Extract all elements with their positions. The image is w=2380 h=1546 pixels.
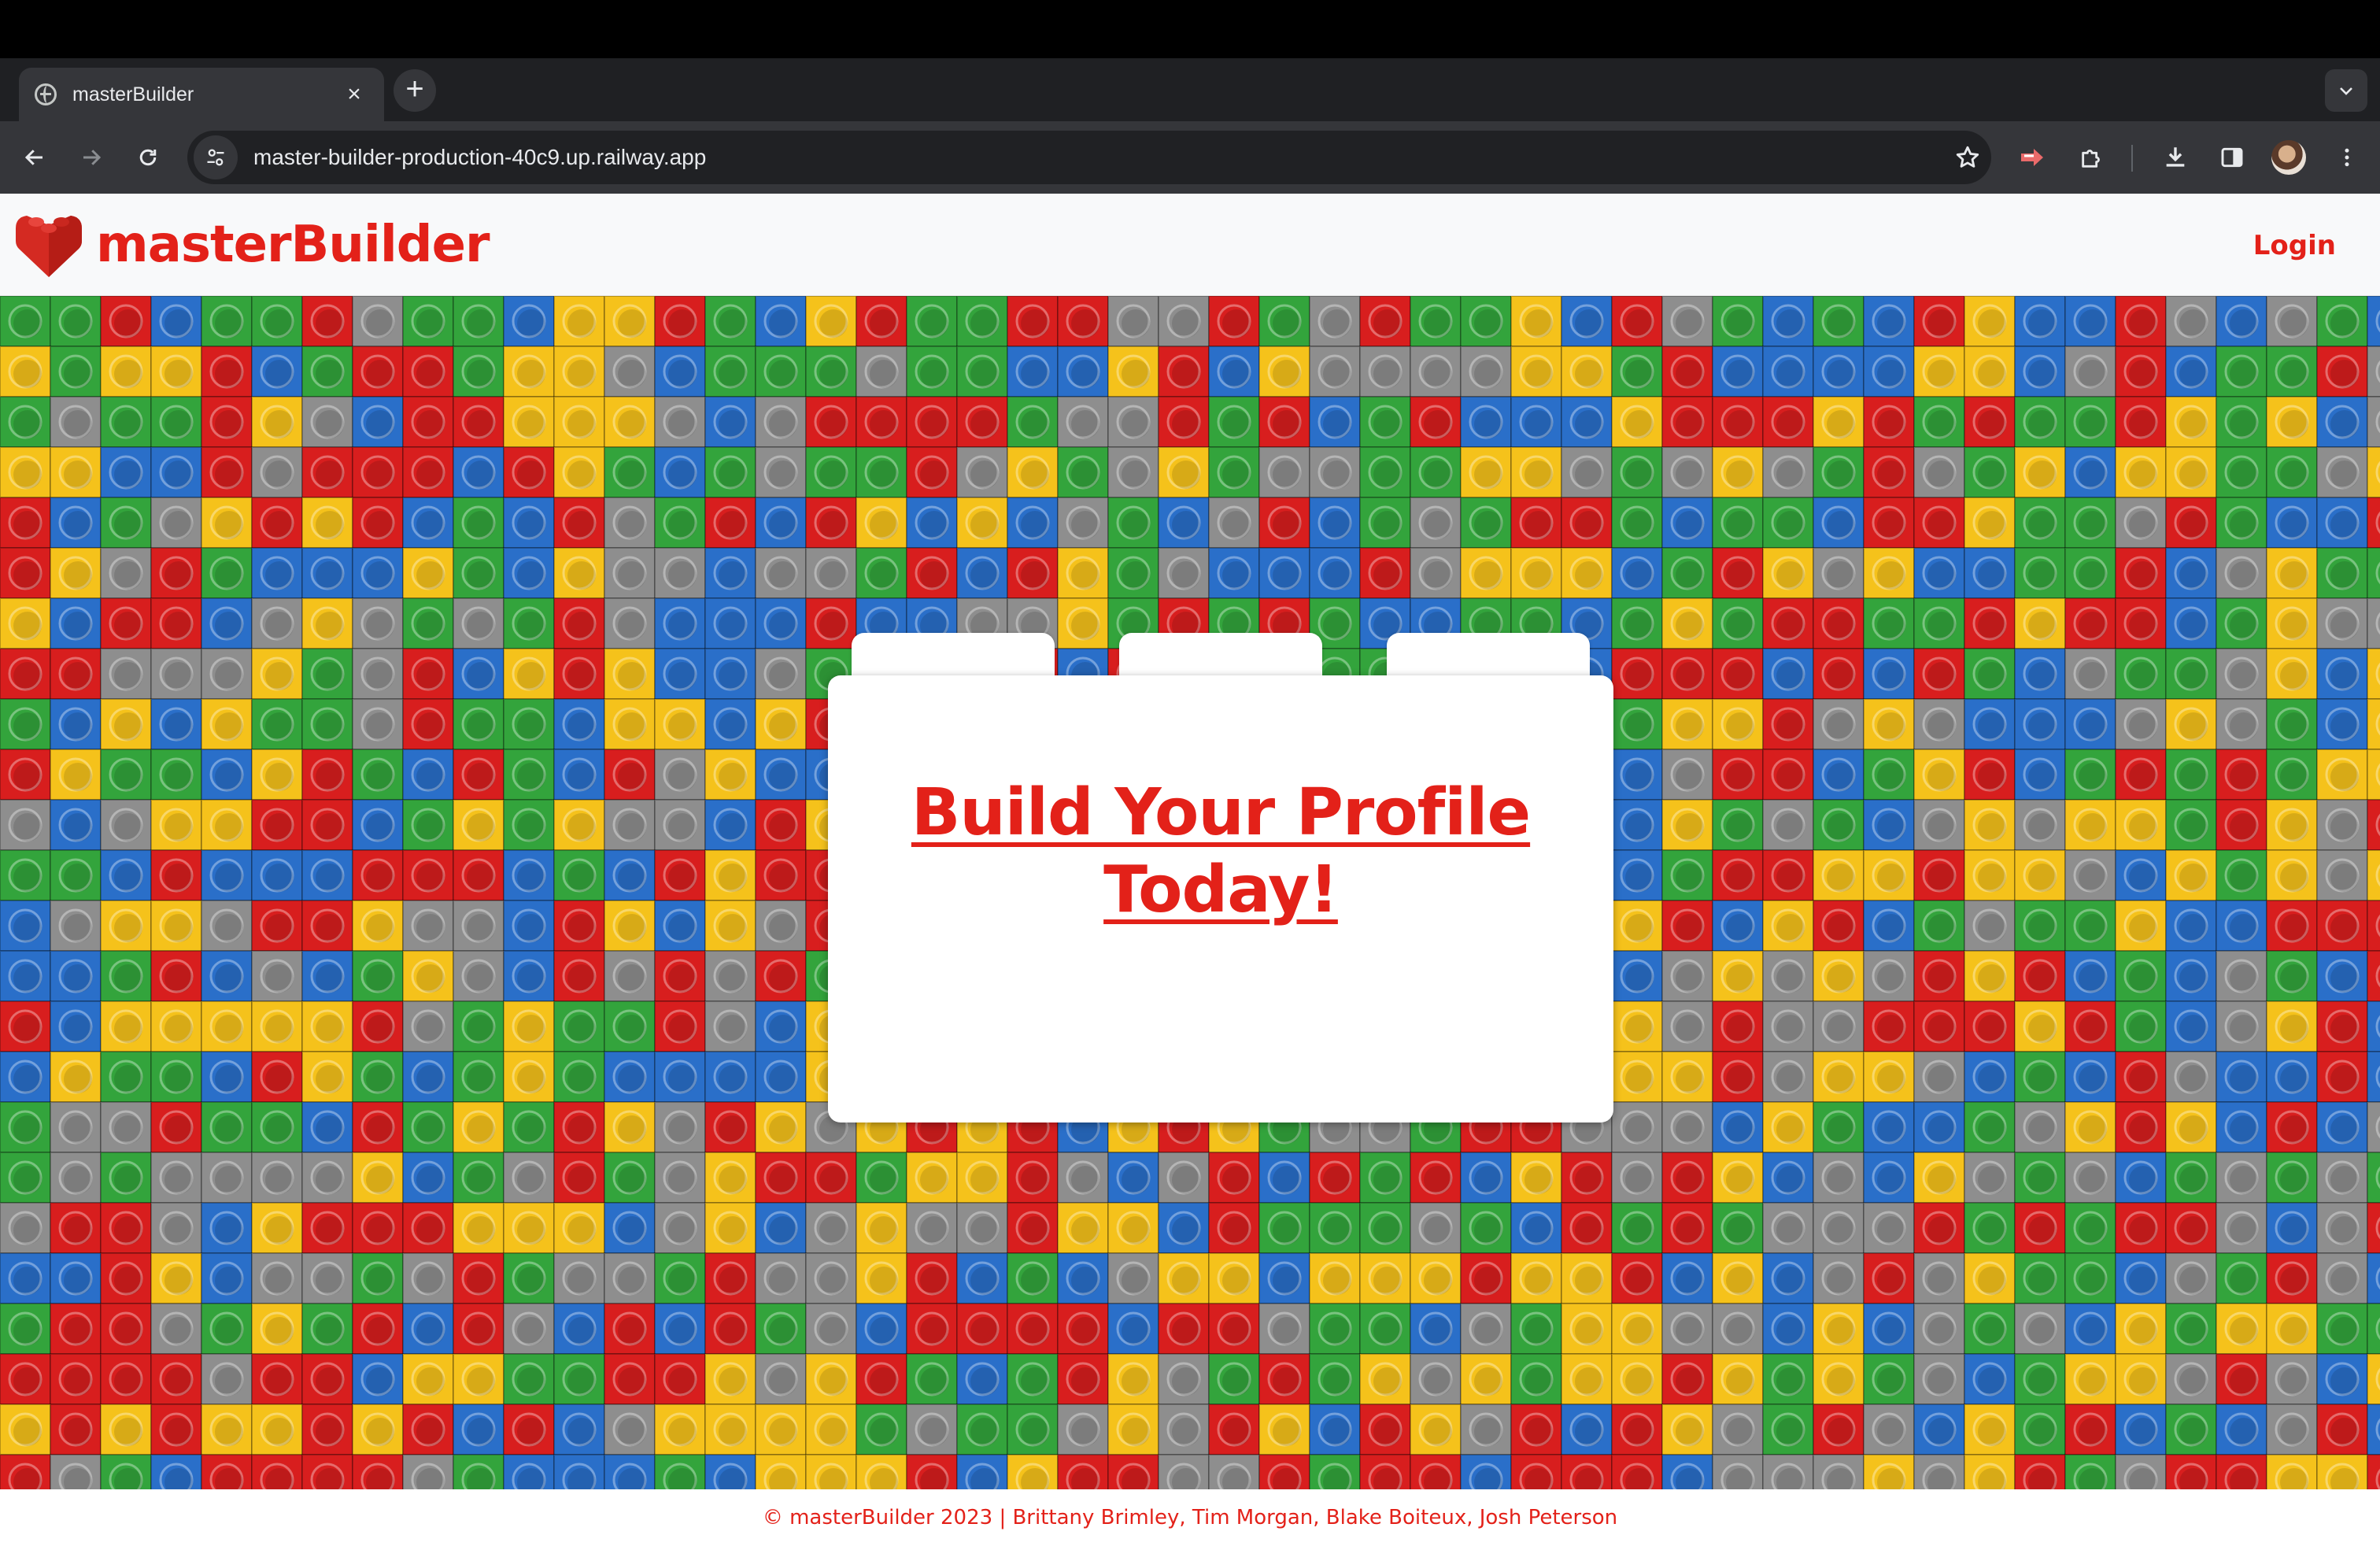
brand-name: masterBuilder: [96, 216, 490, 274]
site-footer: © masterBuilder 2023 | Brittany Brimley,…: [0, 1489, 2380, 1546]
puzzle-icon: [2082, 150, 2100, 168]
reload-icon: [139, 149, 157, 166]
footer-text: © masterBuilder 2023 | Brittany Brimley,…: [762, 1506, 1618, 1529]
brick-heart-icon: [16, 216, 82, 277]
address-bar[interactable]: master-builder-production-40c9.up.railwa…: [187, 131, 1991, 184]
browser-toolbar: master-builder-production-40c9.up.railwa…: [0, 121, 2380, 194]
tab-strip: masterBuilder × +: [0, 58, 2380, 121]
side-panel-button[interactable]: [2212, 137, 2252, 178]
screen-bezel: [0, 0, 2380, 58]
site-header: masterBuilder Login: [0, 194, 2380, 296]
download-icon: [2166, 147, 2185, 167]
arrow-right-icon: [83, 150, 102, 165]
tune-icon: [207, 149, 224, 166]
profile-avatar[interactable]: [2271, 140, 2306, 175]
star-icon: [1956, 146, 1979, 168]
new-tab-button[interactable]: +: [394, 69, 436, 112]
toolbar-separator: [2131, 145, 2133, 172]
more-vert-icon: [2345, 148, 2349, 167]
reload-button[interactable]: [128, 137, 168, 178]
login-link[interactable]: Login: [2253, 230, 2336, 261]
close-tab-icon[interactable]: ×: [340, 80, 368, 109]
hero-section: Build Your Profile Today!: [0, 296, 2380, 1489]
side-panel-icon: [2221, 147, 2243, 168]
extension-arrow-icon: [2021, 149, 2043, 166]
forward-button[interactable]: [71, 137, 112, 178]
web-page: masterBuilder Login Build Your Profile T…: [0, 194, 2380, 1546]
back-button[interactable]: [14, 137, 55, 178]
browser-menu-button[interactable]: [2326, 137, 2367, 178]
build-profile-link[interactable]: Build Your Profile Today!: [875, 775, 1566, 929]
brand-logo[interactable]: masterBuilder: [16, 211, 490, 279]
url-text: master-builder-production-40c9.up.railwa…: [253, 145, 707, 169]
extensions-menu-button[interactable]: [2071, 137, 2112, 178]
browser-tab[interactable]: masterBuilder ×: [19, 68, 384, 121]
arrow-left-icon: [24, 150, 42, 165]
bookmark-star-button[interactable]: [1944, 144, 1991, 171]
extension-button[interactable]: [2012, 137, 2053, 178]
tab-search-button[interactable]: [2325, 69, 2367, 112]
globe-icon: [35, 83, 57, 105]
downloads-button[interactable]: [2155, 137, 2196, 178]
cta-card: Build Your Profile Today!: [828, 675, 1613, 1123]
chevron-down-icon: [2340, 87, 2352, 95]
tab-title: masterBuilder: [72, 83, 194, 105]
site-info-button[interactable]: [194, 135, 238, 179]
